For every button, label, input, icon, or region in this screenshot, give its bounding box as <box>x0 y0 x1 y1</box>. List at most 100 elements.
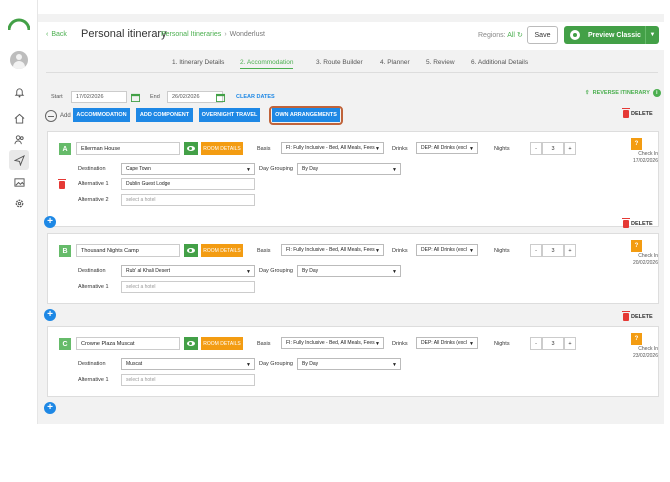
users-icon[interactable] <box>11 131 27 147</box>
eye-icon <box>570 30 580 40</box>
day-grouping-select[interactable]: By Day ▼ <box>297 265 401 277</box>
send-icon[interactable] <box>9 150 29 170</box>
logo-icon <box>8 18 30 30</box>
view-hotel-button[interactable] <box>184 337 198 350</box>
nights-decrement[interactable]: - <box>530 337 542 350</box>
chevron-down-icon: ▼ <box>375 248 380 254</box>
bell-icon[interactable] <box>11 84 27 100</box>
calendar-icon[interactable] <box>130 91 140 103</box>
alternative-1-input[interactable]: select a hotel <box>121 374 255 386</box>
tab-additional-details[interactable]: 6. Additional Details <box>471 59 528 66</box>
room-details-button[interactable]: ROOM DETAILS <box>201 337 243 350</box>
destination-label: Destination <box>78 268 106 274</box>
basis-select[interactable]: FI: Fully Inclusive - Bed, All Meals, Fe… <box>281 142 384 154</box>
drinks-select[interactable]: DEP: All Drinks (excl ▼ <box>416 142 478 154</box>
end-label: End <box>150 94 160 100</box>
step-tabs: 1. Itinerary Details 2. Accommodation 3.… <box>38 56 664 70</box>
help-icon[interactable]: ? <box>631 333 642 345</box>
delete-button[interactable]: DELETE <box>622 218 653 228</box>
help-icon[interactable]: ? <box>631 240 642 252</box>
delete-top-button[interactable]: DELETE <box>622 108 653 118</box>
nights-value[interactable]: 3 <box>542 142 564 155</box>
collapse-add-icon[interactable] <box>45 110 57 122</box>
delete-button[interactable]: DELETE <box>622 311 653 321</box>
start-date-input[interactable]: 17/02/2026 <box>71 91 127 103</box>
hotel-input[interactable]: Thousand Nights Camp <box>76 244 180 257</box>
basis-label: Basis <box>257 146 271 152</box>
save-button[interactable]: Save <box>527 26 558 44</box>
basis-label: Basis <box>257 341 271 347</box>
basis-select[interactable]: FI: Fully Inclusive - Bed, All Meals, Fe… <box>281 337 384 349</box>
nights-decrement[interactable]: - <box>530 142 542 155</box>
view-hotel-button[interactable] <box>184 142 198 155</box>
hotel-input[interactable]: Crowne Plaza Muscat <box>76 337 180 350</box>
trash-icon[interactable] <box>58 179 66 189</box>
nights-decrement[interactable]: - <box>530 244 542 257</box>
nights-value[interactable]: 3 <box>542 244 564 257</box>
nights-increment[interactable]: + <box>564 337 576 350</box>
alternative-1-label: Alternative 1 <box>78 181 109 187</box>
destination-select[interactable]: Muscat ▼ <box>121 358 255 370</box>
day-grouping-label: Day Grouping <box>259 268 293 274</box>
home-icon[interactable] <box>11 110 27 126</box>
hotel-input[interactable]: Ellerman House <box>76 142 180 155</box>
chevron-down-icon: ▼ <box>246 269 251 275</box>
alternative-1-input[interactable]: Dublin Guest Lodge <box>121 178 255 190</box>
arrow-up-icon: ⇧ <box>585 90 590 96</box>
add-component-button[interactable]: ADD COMPONENT <box>136 108 193 122</box>
destination-select[interactable]: Rub' al Khali Desert ▼ <box>121 265 255 277</box>
day-grouping-label: Day Grouping <box>259 361 293 367</box>
eye-icon <box>187 248 195 253</box>
destination-label: Destination <box>78 361 106 367</box>
card-letter: B <box>59 245 71 257</box>
clear-dates-link[interactable]: CLEAR DATES <box>236 94 275 100</box>
regions-selector[interactable]: Regions: All ↻ <box>478 31 523 39</box>
basis-select[interactable]: FI: Fully Inclusive - Bed, All Meals, Fe… <box>281 244 384 256</box>
drinks-select[interactable]: DEP: All Drinks (excl ▼ <box>416 244 478 256</box>
chevron-down-icon: ▼ <box>246 167 251 173</box>
breadcrumb-link[interactable]: Personal Itineraries <box>161 31 221 38</box>
add-row: Add ACCOMMODATION ADD COMPONENT OVERNIGH… <box>45 106 655 125</box>
add-between-button[interactable]: + <box>44 309 56 321</box>
add-between-button[interactable]: + <box>44 216 56 228</box>
reverse-itinerary-link[interactable]: ⇧ REVERSE ITINERARY i <box>585 89 661 97</box>
breadcrumb-current: Wonderlust <box>229 31 265 38</box>
add-between-button[interactable]: + <box>44 402 56 414</box>
nights-value[interactable]: 3 <box>542 337 564 350</box>
chevron-down-icon: ▼ <box>469 146 474 152</box>
tab-itinerary-details[interactable]: 1. Itinerary Details <box>172 59 224 66</box>
accommodation-card-c: C Crowne Plaza Muscat ROOM DETAILS Basis… <box>47 326 659 397</box>
image-icon[interactable] <box>11 174 27 190</box>
accommodation-card-b: B Thousand Nights Camp ROOM DETAILS Basi… <box>47 233 659 304</box>
nights-stepper: - 3 + <box>530 244 576 257</box>
info-icon[interactable]: i <box>652 89 661 97</box>
tab-planner[interactable]: 4. Planner <box>380 59 410 66</box>
accommodation-card-a: A Ellerman House ROOM DETAILS Basis FI: … <box>47 131 659 227</box>
alternative-2-input[interactable]: select a hotel <box>121 194 255 206</box>
app: ‹ Back Personal itinerary Personal Itine… <box>0 0 670 482</box>
room-details-button[interactable]: ROOM DETAILS <box>201 244 243 257</box>
room-details-button[interactable]: ROOM DETAILS <box>201 142 243 155</box>
eye-icon <box>187 146 195 151</box>
avatar[interactable] <box>10 51 28 69</box>
gear-icon[interactable] <box>11 195 27 211</box>
back-link[interactable]: ‹ Back <box>46 31 67 38</box>
destination-select[interactable]: Cape Town ▼ <box>121 163 255 175</box>
tab-accommodation[interactable]: 2. Accommodation <box>240 59 294 69</box>
drinks-select[interactable]: DEP: All Drinks (excl ▼ <box>416 337 478 349</box>
nights-increment[interactable]: + <box>564 142 576 155</box>
add-overnight-travel-button[interactable]: OVERNIGHT TRAVEL <box>199 108 260 122</box>
day-grouping-select[interactable]: By Day ▼ <box>297 163 401 175</box>
help-icon[interactable]: ? <box>631 138 642 150</box>
tab-review[interactable]: 5. Review <box>426 59 455 66</box>
destination-label: Destination <box>78 166 106 172</box>
alternative-1-input[interactable]: select a hotel <box>121 281 255 293</box>
calendar-icon[interactable] <box>215 91 225 103</box>
tab-route-builder[interactable]: 3. Route Builder <box>316 59 363 66</box>
add-accommodation-button[interactable]: ACCOMMODATION <box>73 108 130 122</box>
view-hotel-button[interactable] <box>184 244 198 257</box>
preview-classic-button[interactable]: Preview Classic ▼ <box>564 26 659 44</box>
nights-increment[interactable]: + <box>564 244 576 257</box>
preview-dropdown-toggle[interactable]: ▼ <box>645 26 659 44</box>
day-grouping-select[interactable]: By Day ▼ <box>297 358 401 370</box>
